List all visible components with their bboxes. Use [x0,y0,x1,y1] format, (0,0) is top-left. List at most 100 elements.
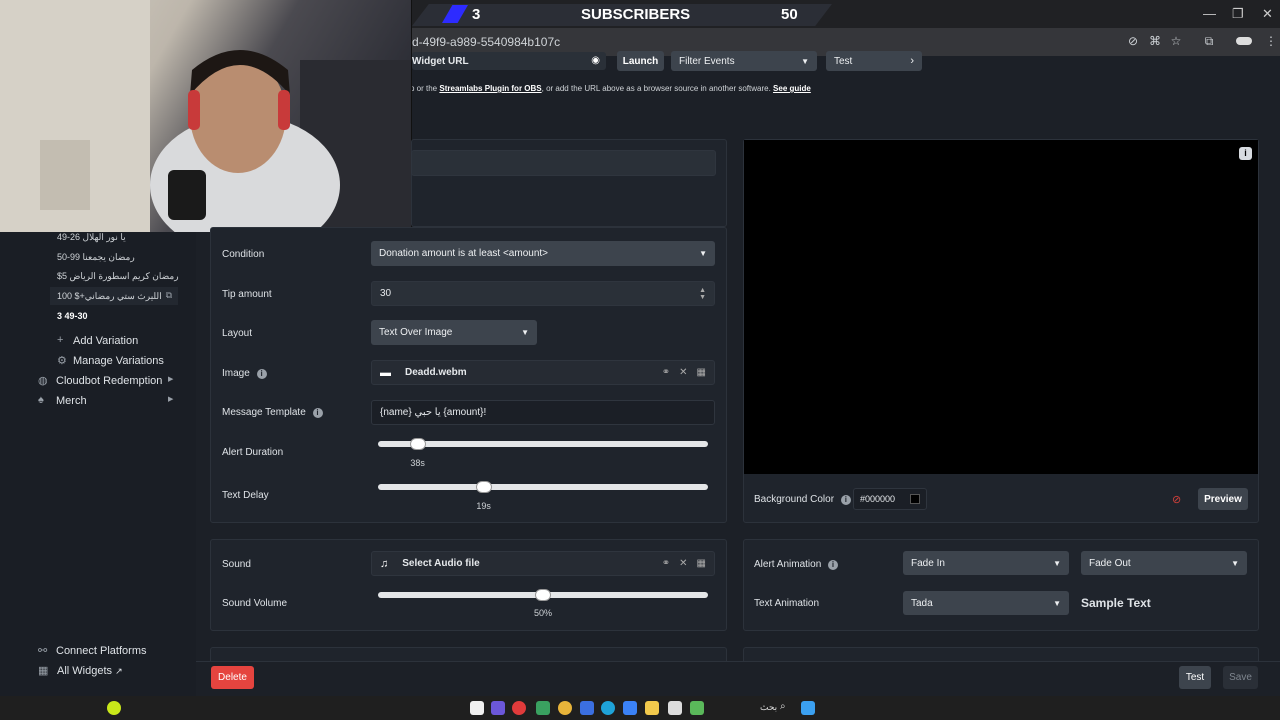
preview-button[interactable]: Preview [1198,488,1248,510]
taskbar-search[interactable]: بحث [760,702,777,713]
condition-value: Donation amount is at least <amount> [379,248,548,259]
text-animation-select[interactable]: Tada ▼ [903,591,1069,615]
variation-item[interactable]: $رمضان كريم اسطورة الرياض 5 [57,271,179,282]
alert-duration-value: 38s [410,458,425,468]
alert-duration-handle[interactable] [409,438,426,450]
test-label: Test [834,55,853,67]
widget-url-field[interactable]: Widget URL ◉ [412,52,606,70]
close-icon[interactable]: ✕ [1262,6,1273,22]
alert-duration-slider[interactable] [378,441,708,447]
all-widgets-label: All Widgets [57,665,113,677]
image-file-field[interactable]: ▬ Deadd.webm ⚭ ✕ ▦ [371,360,715,385]
image-label: Image i [222,368,267,379]
info-icon[interactable]: i [840,495,851,505]
text-delay-handle[interactable] [475,481,492,493]
alert-anim-label-text: Alert Animation [754,559,822,570]
eye-icon[interactable]: ◉ [591,55,600,66]
start-icon[interactable] [470,701,484,715]
see-guide-link[interactable]: See guide [773,84,811,93]
translate-icon[interactable]: ⌘ [1148,34,1162,48]
variation-item-active[interactable]: 3 49-30 [57,311,88,321]
extensions-icon[interactable]: ⧉ [1202,34,1216,48]
search-icon[interactable]: ⌕ [780,701,786,712]
webcam-person-image [0,0,411,232]
app-icon[interactable] [491,701,505,715]
cloudbot-redemption-link[interactable]: Cloudbot Redemption [56,375,162,387]
sound-file-field[interactable]: ♫ Select Audio file ⚭ ✕ ▦ [371,551,715,576]
url-text[interactable]: d-49f9-a989-5540984b107c [412,35,560,49]
widgets-icon[interactable] [801,701,815,715]
shirt-icon: ♠ [38,394,44,406]
text-delay-slider[interactable] [378,484,708,490]
eye-slash-icon[interactable]: ⊘ [1172,493,1181,506]
sound-volume-handle[interactable] [535,589,551,601]
background-color-label: Background Color i [754,494,851,505]
tip-amount-label: Tip amount [222,289,272,300]
fade-in-select[interactable]: Fade In ▼ [903,551,1069,575]
sound-file-name: Select Audio file [402,558,480,569]
star-icon[interactable]: ☆ [1169,34,1183,48]
all-widgets-link[interactable]: All Widgets ↗ [57,665,123,677]
chevron-down-icon: ▼ [1231,558,1239,568]
folder-icon[interactable] [645,701,659,715]
caret-right-icon: ▶ [168,376,174,383]
filter-events-select[interactable]: Filter Events ▼ [671,51,817,71]
variation-item[interactable]: يا نور الهلال 26-49 [57,232,126,243]
background-color-input[interactable]: #000000 [853,488,927,510]
delete-button[interactable]: Delete [211,666,254,689]
launch-button[interactable]: Launch [617,51,664,71]
link-icon[interactable]: ⚭ [662,558,670,569]
clear-icon[interactable]: ✕ [679,367,687,378]
music-note-icon: ♫ [380,557,389,570]
info-icon[interactable]: i [1239,147,1252,160]
fade-out-select[interactable]: Fade Out ▼ [1081,551,1247,575]
sample-text: Sample Text [1081,596,1151,610]
connect-platforms-link[interactable]: Connect Platforms [56,645,146,657]
variation-item-hover[interactable]: 100 $+الليرث ستي رمضاني ⧉ [50,287,178,305]
message-template-input[interactable]: {name} يا حبي {amount}! [371,400,715,425]
app-icon[interactable] [580,701,594,715]
app-icon[interactable] [536,701,550,715]
test-dropdown-button[interactable]: Test › [826,51,922,71]
save-button[interactable]: Save [1223,666,1258,689]
profile-avatar[interactable] [1236,37,1252,45]
condition-select[interactable]: Donation amount is at least <amount> ▼ [371,241,715,266]
test-button[interactable]: Test [1179,666,1211,689]
info-icon[interactable]: i [312,408,323,418]
app-icon[interactable] [512,701,526,715]
tray-app-icon[interactable] [107,701,121,715]
sound-volume-value: 50% [533,608,552,618]
layout-select[interactable]: Text Over Image ▼ [371,320,537,345]
variation-name-field[interactable] [411,150,716,176]
edge-icon[interactable] [601,701,615,715]
merch-link[interactable]: Merch [56,395,87,407]
number-stepper-icon[interactable]: ▲ ▼ [699,287,706,301]
filter-events-label: Filter Events [679,55,735,67]
eye-off-icon[interactable]: ⊘ [1126,34,1140,48]
message-template-value: {name} يا حبي {amount}! [380,407,487,418]
minimize-icon[interactable]: — [1203,6,1216,21]
clear-icon[interactable]: ✕ [679,558,687,569]
tip-amount-input[interactable]: 30 ▲ ▼ [371,281,715,306]
app-icon[interactable] [668,701,682,715]
copy-icon[interactable]: ⧉ [166,290,172,301]
taskbar [0,696,1280,720]
streamlabs-plugin-link[interactable]: Streamlabs Plugin for OBS [439,84,541,93]
restore-icon[interactable]: ❐ [1232,6,1244,22]
menu-dots-icon[interactable]: ⋮ [1264,34,1278,48]
sound-volume-label: Sound Volume [222,598,288,609]
variation-item[interactable]: رمضان يجمعنا 99-50 [57,252,135,263]
variation-item-label: 100 $+الليرث ستي رمضاني [57,291,162,301]
chrome-icon[interactable] [558,701,572,715]
info-icon[interactable]: i [256,369,267,379]
color-swatch[interactable] [910,494,920,504]
grid-icon[interactable]: ▦ [697,367,706,378]
info-icon[interactable]: i [828,560,839,570]
link-icon[interactable]: ⚭ [662,367,670,378]
add-variation-link[interactable]: Add Variation [73,335,138,347]
manage-variations-link[interactable]: Manage Variations [73,355,164,367]
alert-duration-label: Alert Duration [222,447,284,458]
grid-icon[interactable]: ▦ [697,558,706,569]
app-icon[interactable] [690,701,704,715]
app-icon[interactable] [623,701,637,715]
